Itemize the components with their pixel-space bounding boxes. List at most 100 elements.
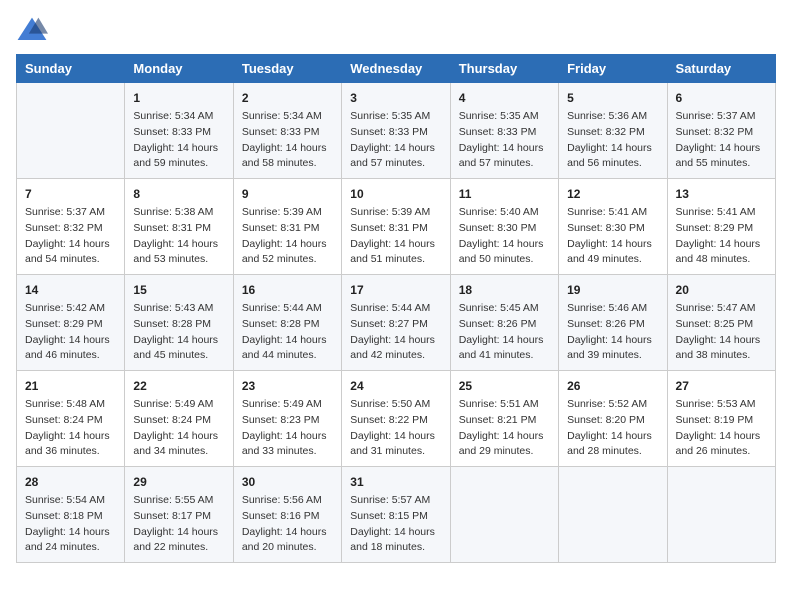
day-info: Sunrise: 5:35 AM Sunset: 8:33 PM Dayligh… [459,109,550,172]
day-number: 16 [242,281,333,299]
day-number: 20 [676,281,767,299]
day-info: Sunrise: 5:55 AM Sunset: 8:17 PM Dayligh… [133,493,224,556]
day-info: Sunrise: 5:53 AM Sunset: 8:19 PM Dayligh… [676,397,767,460]
col-header-monday: Monday [125,55,233,83]
day-info: Sunrise: 5:56 AM Sunset: 8:16 PM Dayligh… [242,493,333,556]
col-header-tuesday: Tuesday [233,55,341,83]
logo [16,16,52,44]
day-number: 22 [133,377,224,395]
calendar-cell: 30 Sunrise: 5:56 AM Sunset: 8:16 PM Dayli… [233,467,341,563]
header-row: SundayMondayTuesdayWednesdayThursdayFrid… [17,55,776,83]
day-info: Sunrise: 5:48 AM Sunset: 8:24 PM Dayligh… [25,397,116,460]
calendar-cell: 17Sunrise: 5:44 AM Sunset: 8:27 PM Dayli… [342,275,450,371]
calendar-cell: 19 Sunrise: 5:46 AM Sunset: 8:26 PM Dayli… [559,275,667,371]
calendar-cell: 1 Sunrise: 5:34 AM Sunset: 8:33 PM Daylig… [125,83,233,179]
day-info: Sunrise: 5:43 AM Sunset: 8:28 PM Dayligh… [133,301,224,364]
calendar-table: SundayMondayTuesdayWednesdayThursdayFrid… [16,54,776,563]
day-number: 1 [133,89,224,107]
day-info: Sunrise: 5:39 AM Sunset: 8:31 PM Dayligh… [350,205,441,268]
day-info: Sunrise: 5:54 AM Sunset: 8:18 PM Dayligh… [25,493,116,556]
day-number: 23 [242,377,333,395]
calendar-cell: 26 Sunrise: 5:52 AM Sunset: 8:20 PM Dayli… [559,371,667,467]
day-info: Sunrise: 5:51 AM Sunset: 8:21 PM Dayligh… [459,397,550,460]
day-info: Sunrise: 5:36 AM Sunset: 8:32 PM Dayligh… [567,109,658,172]
calendar-cell: 22 Sunrise: 5:49 AM Sunset: 8:24 PM Dayli… [125,371,233,467]
day-info: Sunrise: 5:44 AM Sunset: 8:28 PM Dayligh… [242,301,333,364]
calendar-cell [450,467,558,563]
col-header-sunday: Sunday [17,55,125,83]
calendar-cell: 7 Sunrise: 5:37 AM Sunset: 8:32 PM Daylig… [17,179,125,275]
day-number: 10 [350,185,441,203]
day-info: Sunrise: 5:49 AM Sunset: 8:24 PM Dayligh… [133,397,224,460]
day-number: 12 [567,185,658,203]
day-info: Sunrise: 5:35 AM Sunset: 8:33 PM Dayligh… [350,109,441,172]
day-info: Sunrise: 5:41 AM Sunset: 8:30 PM Dayligh… [567,205,658,268]
calendar-cell [667,467,775,563]
day-number: 8 [133,185,224,203]
day-info: Sunrise: 5:50 AM Sunset: 8:22 PM Dayligh… [350,397,441,460]
week-row-3: 14 Sunrise: 5:42 AM Sunset: 8:29 PM Dayli… [17,275,776,371]
day-info: Sunrise: 5:37 AM Sunset: 8:32 PM Dayligh… [676,109,767,172]
day-number: 31 [350,473,441,491]
col-header-friday: Friday [559,55,667,83]
calendar-cell: 18Sunrise: 5:45 AM Sunset: 8:26 PM Dayli… [450,275,558,371]
calendar-cell: 27 Sunrise: 5:53 AM Sunset: 8:19 PM Dayli… [667,371,775,467]
day-number: 2 [242,89,333,107]
calendar-cell: 11Sunrise: 5:40 AM Sunset: 8:30 PM Dayli… [450,179,558,275]
calendar-cell: 6 Sunrise: 5:37 AM Sunset: 8:32 PM Daylig… [667,83,775,179]
day-number: 25 [459,377,550,395]
calendar-cell: 21 Sunrise: 5:48 AM Sunset: 8:24 PM Dayli… [17,371,125,467]
calendar-cell: 16 Sunrise: 5:44 AM Sunset: 8:28 PM Dayli… [233,275,341,371]
calendar-cell [559,467,667,563]
calendar-cell: 4Sunrise: 5:35 AM Sunset: 8:33 PM Daylig… [450,83,558,179]
day-info: Sunrise: 5:42 AM Sunset: 8:29 PM Dayligh… [25,301,116,364]
day-info: Sunrise: 5:47 AM Sunset: 8:25 PM Dayligh… [676,301,767,364]
calendar-cell: 13Sunrise: 5:41 AM Sunset: 8:29 PM Dayli… [667,179,775,275]
calendar-cell: 10 Sunrise: 5:39 AM Sunset: 8:31 PM Dayli… [342,179,450,275]
day-info: Sunrise: 5:46 AM Sunset: 8:26 PM Dayligh… [567,301,658,364]
week-row-1: 1 Sunrise: 5:34 AM Sunset: 8:33 PM Daylig… [17,83,776,179]
day-number: 21 [25,377,116,395]
day-number: 14 [25,281,116,299]
col-header-saturday: Saturday [667,55,775,83]
page-header [16,16,776,44]
calendar-cell: 8Sunrise: 5:38 AM Sunset: 8:31 PM Daylig… [125,179,233,275]
day-info: Sunrise: 5:34 AM Sunset: 8:33 PM Dayligh… [242,109,333,172]
calendar-cell: 14 Sunrise: 5:42 AM Sunset: 8:29 PM Dayli… [17,275,125,371]
calendar-cell: 5Sunrise: 5:36 AM Sunset: 8:32 PM Daylig… [559,83,667,179]
day-info: Sunrise: 5:37 AM Sunset: 8:32 PM Dayligh… [25,205,116,268]
day-number: 27 [676,377,767,395]
day-number: 15 [133,281,224,299]
calendar-cell: 29 Sunrise: 5:55 AM Sunset: 8:17 PM Dayli… [125,467,233,563]
day-number: 3 [350,89,441,107]
calendar-cell [17,83,125,179]
calendar-cell: 23Sunrise: 5:49 AM Sunset: 8:23 PM Dayli… [233,371,341,467]
calendar-cell: 3 Sunrise: 5:35 AM Sunset: 8:33 PM Daylig… [342,83,450,179]
day-number: 28 [25,473,116,491]
week-row-5: 28 Sunrise: 5:54 AM Sunset: 8:18 PM Dayli… [17,467,776,563]
day-number: 7 [25,185,116,203]
day-info: Sunrise: 5:34 AM Sunset: 8:33 PM Dayligh… [133,109,224,172]
day-info: Sunrise: 5:40 AM Sunset: 8:30 PM Dayligh… [459,205,550,268]
day-info: Sunrise: 5:52 AM Sunset: 8:20 PM Dayligh… [567,397,658,460]
calendar-cell: 9Sunrise: 5:39 AM Sunset: 8:31 PM Daylig… [233,179,341,275]
day-info: Sunrise: 5:57 AM Sunset: 8:15 PM Dayligh… [350,493,441,556]
day-number: 6 [676,89,767,107]
day-number: 30 [242,473,333,491]
day-number: 9 [242,185,333,203]
day-number: 13 [676,185,767,203]
col-header-wednesday: Wednesday [342,55,450,83]
week-row-2: 7 Sunrise: 5:37 AM Sunset: 8:32 PM Daylig… [17,179,776,275]
logo-icon [16,16,48,44]
day-number: 19 [567,281,658,299]
calendar-cell: 20 Sunrise: 5:47 AM Sunset: 8:25 PM Dayli… [667,275,775,371]
day-number: 29 [133,473,224,491]
calendar-cell: 28 Sunrise: 5:54 AM Sunset: 8:18 PM Dayli… [17,467,125,563]
calendar-cell: 2 Sunrise: 5:34 AM Sunset: 8:33 PM Daylig… [233,83,341,179]
day-number: 26 [567,377,658,395]
day-number: 24 [350,377,441,395]
day-number: 18 [459,281,550,299]
calendar-cell: 12 Sunrise: 5:41 AM Sunset: 8:30 PM Dayli… [559,179,667,275]
col-header-thursday: Thursday [450,55,558,83]
calendar-cell: 25 Sunrise: 5:51 AM Sunset: 8:21 PM Dayli… [450,371,558,467]
